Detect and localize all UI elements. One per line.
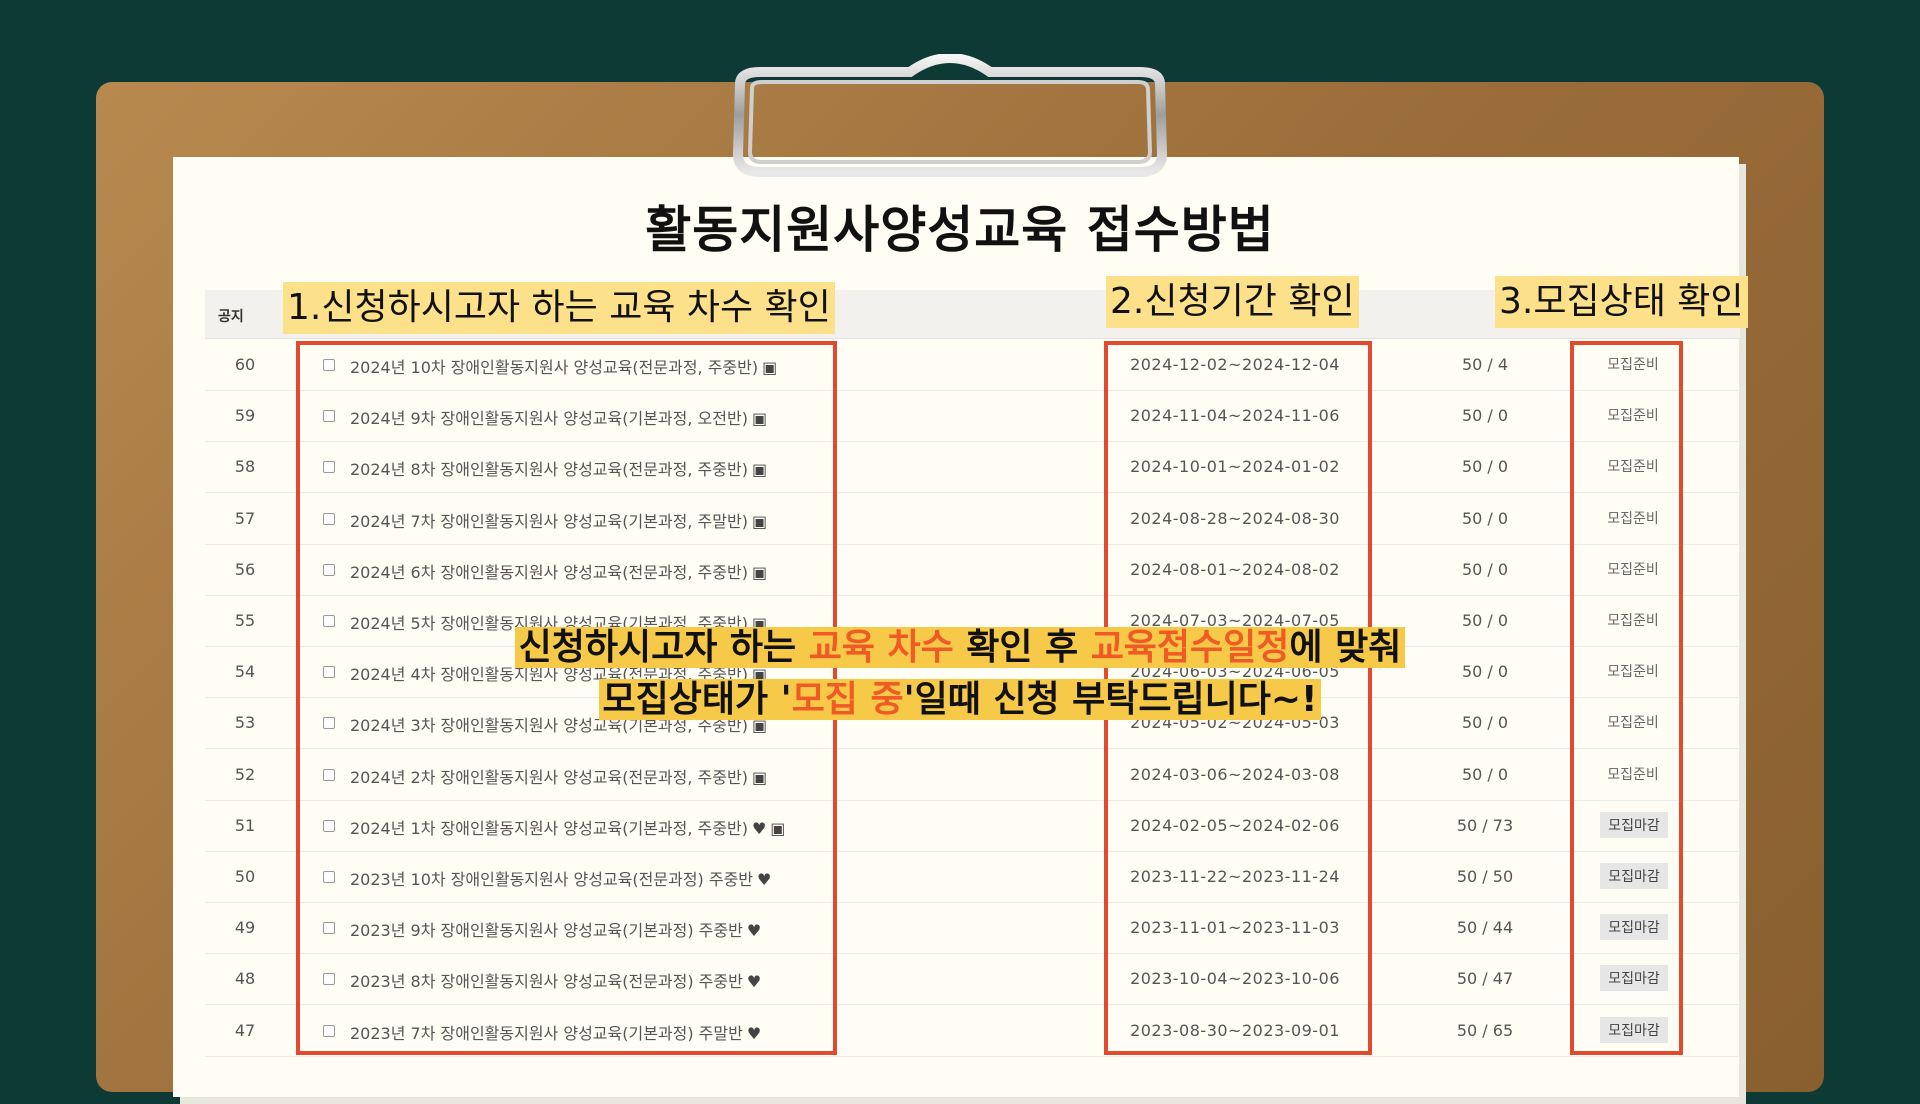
row-number: 47 [234,1020,256,1040]
row-number: 49 [234,918,256,938]
row-number: 59 [234,406,256,426]
row-count: 50 / 4 [1461,355,1509,374]
row-number: 52 [234,764,256,784]
step2-label: 2.신청기간 확인 [1106,276,1359,328]
row-count: 50 / 0 [1461,559,1509,579]
step3-label: 3.모집상태 확인 [1495,276,1748,328]
step1-label: 1.신청하시고자 하는 교육 차수 확인 [283,282,835,334]
row-count: 50 / 0 [1461,406,1509,426]
row-count: 50 / 65 [1456,1020,1514,1040]
row-number: 48 [234,969,256,989]
callout-line-1: 신청하시고자 하는 교육 차수 확인 후 교육접수일정에 맞춰 [0,622,1920,674]
row-count: 50 / 44 [1456,918,1514,938]
row-number: 51 [234,815,256,835]
row-number: 58 [234,457,256,477]
row-number: 50 [234,867,256,886]
row-number: 56 [234,559,256,579]
row-count: 50 / 0 [1461,457,1509,477]
row-number: 60 [234,355,256,374]
row-count: 50 / 0 [1461,508,1509,528]
row-count: 50 / 47 [1456,969,1514,989]
callout-line-2: 모집상태가 '모집 중'일때 신청 부탁드립니다~! [0,674,1920,726]
row-number: 57 [234,508,256,528]
page-title: 활동지원사양성교육 접수방법 [645,201,1275,259]
row-count: 50 / 73 [1456,815,1514,835]
row-count: 50 / 0 [1461,764,1509,784]
row-count: 50 / 50 [1456,867,1514,886]
notice-header-label: 공지 [218,309,244,325]
clipboard-clip-icon [732,54,1168,177]
